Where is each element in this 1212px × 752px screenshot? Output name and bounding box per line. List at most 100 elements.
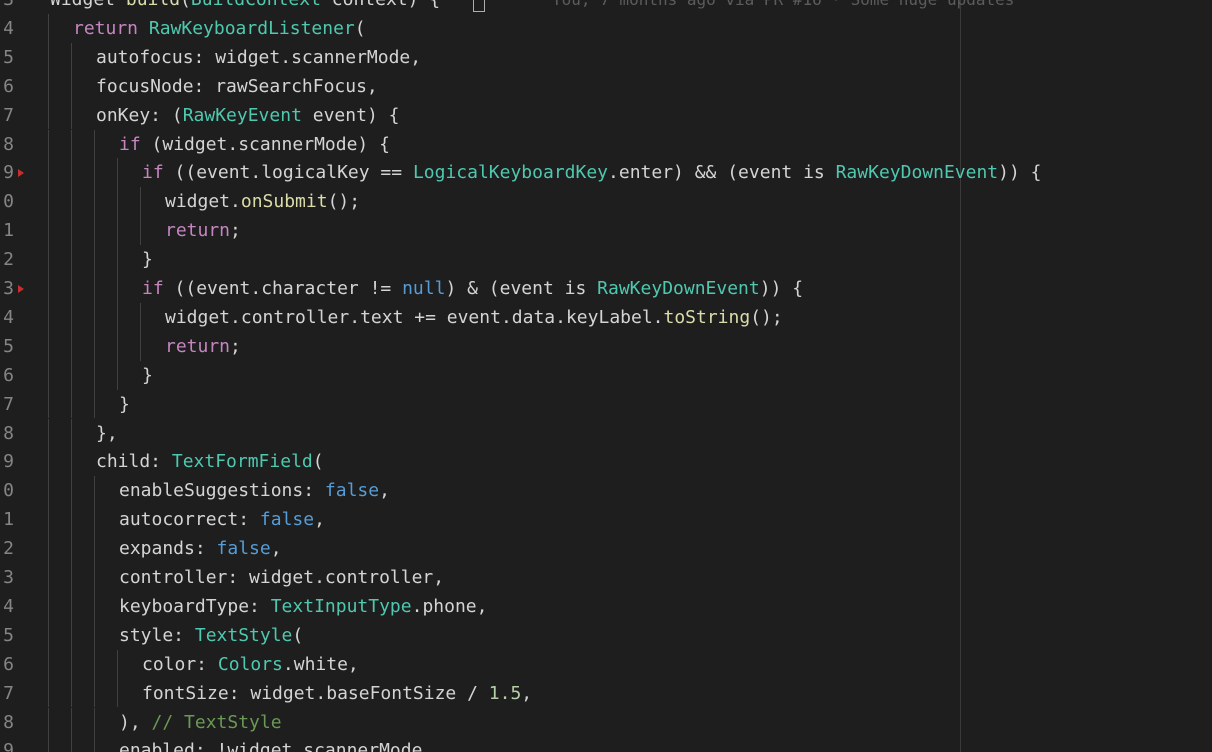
code-token: }, [96, 422, 118, 444]
indent-guide [48, 534, 49, 563]
code-line[interactable]: Widget build(BuildContext context) { [50, 0, 440, 15]
code-editor[interactable]: 3 4 5 6 7 8 9 0 1 2 3 4 5 6 7 8 9 0 1 2 3 4 5 6 7 8 9 Widget build… [0, 0, 1212, 752]
breakpoint-marker[interactable] [18, 285, 24, 293]
line-number: 8 [3, 133, 14, 155]
line-number: 6 [3, 653, 14, 675]
line-number: 7 [3, 104, 14, 126]
indent-guide [48, 187, 49, 217]
indent-guide [48, 505, 49, 535]
code-line[interactable]: enabled: !widget.scannerMode, [119, 736, 433, 752]
indent-guide [71, 534, 72, 563]
code-token: TextFormField [171, 451, 313, 473]
line-number: 8 [3, 711, 14, 733]
line-number: 8 [3, 422, 14, 444]
code-token: } [142, 249, 153, 271]
indent-guide [117, 360, 118, 390]
line-number: 0 [3, 191, 14, 213]
code-line[interactable]: ), // TextStyle [119, 708, 282, 738]
code-line[interactable]: focusNode: rawSearchFocus, [96, 72, 378, 102]
indent-guide [117, 649, 118, 679]
indent-guide [94, 187, 95, 217]
code-line[interactable]: if (widget.scannerMode) { [119, 130, 390, 160]
indent-guide [94, 158, 95, 188]
indent-guide [48, 100, 49, 130]
code-token: enableSuggestions: [119, 480, 325, 502]
code-token: autocorrect: [119, 509, 260, 531]
indent-guide [71, 100, 72, 130]
code-line[interactable]: autofocus: widget.scannerMode, [96, 43, 421, 73]
indent-guide [94, 476, 95, 506]
code-line[interactable]: widget.controller.text += event.data.key… [165, 303, 783, 333]
code-line[interactable]: } [142, 245, 153, 275]
code-line[interactable]: } [142, 361, 153, 391]
code-token: onSubmit [240, 191, 328, 213]
code-token: , [521, 682, 533, 704]
code-token: style: [119, 624, 195, 646]
code-token: false [216, 538, 271, 560]
indent-guide [48, 563, 49, 592]
indent-guide [71, 216, 72, 246]
code-token: controller: widget.controller, [119, 567, 445, 588]
code-token: RawKeyEvent [182, 104, 302, 126]
indent-guide [94, 274, 95, 303]
text-cursor [473, 0, 485, 12]
code-line[interactable]: }, [96, 419, 118, 449]
indent-guide [71, 447, 72, 477]
code-token: ( [180, 0, 191, 10]
code-line[interactable]: keyboardType: TextInputType.phone, [119, 592, 487, 622]
code-line[interactable]: if ((event.logicalKey == LogicalKeyboard… [142, 158, 1042, 188]
code-line[interactable]: enableSuggestions: false, [119, 476, 390, 506]
indent-guide [94, 302, 95, 332]
indent-guide [48, 591, 49, 621]
code-line[interactable]: if ((event.character != null) & (event i… [142, 274, 803, 304]
code-token: (); [327, 191, 361, 213]
indent-guide [94, 563, 95, 592]
code-token: .white, [282, 653, 359, 675]
code-line[interactable]: return; [165, 332, 241, 362]
code-line[interactable]: widget.onSubmit(); [165, 187, 360, 217]
line-number: 4 [3, 595, 14, 617]
indent-guide [94, 736, 95, 752]
indent-guide [94, 360, 95, 390]
indent-guide [117, 331, 118, 361]
code-line[interactable]: autocorrect: false, [119, 505, 325, 535]
code-token: color: [142, 653, 218, 675]
code-token: fontSize: widget.baseFontSize / [142, 682, 489, 704]
code-line[interactable]: style: TextStyle( [119, 621, 303, 651]
code-line[interactable]: child: TextFormField( [96, 447, 324, 477]
code-line[interactable]: color: Colors.white, [142, 650, 359, 680]
code-line[interactable]: } [119, 390, 130, 420]
git-blame-annotation: You, 7 months ago via PR #16 · Some huge… [552, 0, 1014, 15]
indent-guide [94, 505, 95, 535]
line-number: 5 [3, 624, 14, 646]
indent-guide [71, 360, 72, 390]
indent-guide [48, 707, 49, 737]
indent-guide [117, 216, 118, 246]
code-token: ( [292, 624, 304, 646]
code-line[interactable]: onKey: (RawKeyEvent event) { [96, 101, 399, 131]
code-token: )) { [998, 162, 1042, 184]
code-line[interactable]: return; [165, 216, 241, 246]
indent-guide [94, 129, 95, 159]
code-line[interactable]: return RawKeyboardListener( [73, 14, 366, 44]
indent-guide [117, 274, 118, 303]
indent-guide [94, 707, 95, 737]
code-line[interactable]: expands: false, [119, 534, 282, 564]
indent-guide [48, 736, 49, 752]
breakpoint-marker[interactable] [18, 169, 24, 178]
indent-guide [140, 216, 141, 246]
code-line[interactable]: fontSize: widget.baseFontSize / 1.5, [142, 679, 532, 709]
indent-guide [71, 649, 72, 679]
indent-guide [117, 302, 118, 332]
indent-guide [71, 678, 72, 708]
indent-guide [48, 158, 49, 188]
code-line[interactable]: controller: widget.controller, [119, 563, 444, 593]
code-token: toString [663, 306, 751, 328]
code-token: , [270, 538, 282, 560]
code-token: onKey: ( [96, 104, 183, 126]
indent-guide [48, 216, 49, 246]
code-token: null [402, 278, 446, 299]
indent-guide [117, 187, 118, 217]
indent-guide [140, 187, 141, 217]
line-number: 9 [3, 162, 14, 184]
